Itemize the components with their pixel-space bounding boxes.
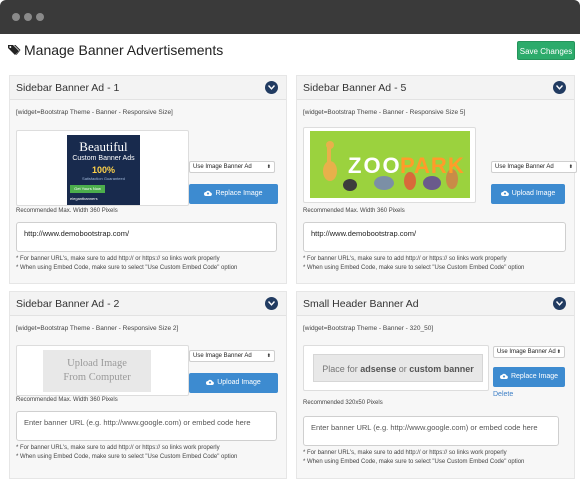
chevron-down-icon[interactable] [553,81,566,94]
card-sidebar-banner-5: Sidebar Banner Ad - 5 [widget=Bootstrap … [296,75,577,284]
ad-type-select[interactable]: Use Image Banner Ad ⬍ [189,350,275,362]
cloud-upload-icon [499,373,508,380]
select-arrow-icon: ⬍ [266,164,271,170]
window-dot-close[interactable] [12,13,20,21]
delete-link[interactable]: Delete [493,391,513,398]
banner-text: Beautiful [79,139,128,154]
page-header: Manage Banner Advertisements Save Change… [0,34,580,68]
window-dot-maximize[interactable] [36,13,44,21]
banner-cta: Get Yours Now [70,185,105,193]
button-label: Replace Image [215,190,263,197]
replace-image-button[interactable]: Replace Image [189,184,278,204]
banner-text: Custom Banner Ads [72,155,135,162]
card-sidebar-banner-2: Sidebar Banner Ad - 2 [widget=Bootstrap … [9,291,287,479]
button-label: Upload Image [217,379,261,386]
cloud-upload-icon [204,190,213,197]
banner-text: Satisfaction Guaranteed [82,176,125,181]
select-arrow-icon: ⬍ [556,349,561,355]
card-header: Sidebar Banner Ad - 1 [10,76,286,100]
banner-url-input[interactable]: Enter banner URL (e.g. http://www.google… [303,416,559,446]
banner-preview: Beautiful Custom Banner Ads 100% Satisfa… [16,130,189,206]
chevron-down-icon[interactable] [265,297,278,310]
banner-text-zoo: ZOO [348,153,402,178]
help-note-url: * For banner URL's, make sure to add htt… [16,256,220,262]
card-title: Sidebar Banner Ad - 2 [16,298,120,310]
help-note-embed: * When using Embed Code, make sure to se… [303,265,525,271]
ad-type-select-value: Use Image Banner Ad [497,349,556,355]
banner-preview: Place for adsense or custom banner [303,345,489,391]
save-changes-button[interactable]: Save Changes [517,41,575,60]
card-title: Sidebar Banner Ad - 5 [303,82,407,94]
banner-text: 100% [91,165,116,175]
banner-image[interactable]: ZOO PARK [310,131,470,198]
upload-image-button[interactable]: Upload Image [491,184,565,204]
banner-url-input[interactable]: http://www.demobootstrap.com/ [16,222,277,252]
widget-shortcode: [widget=Bootstrap Theme - Banner - Respo… [16,325,179,332]
recommended-size: Recommended 320x50 Pixels [303,400,383,406]
ad-type-select-value: Use Image Banner Ad [193,164,252,170]
help-note-embed: * When using Embed Code, make sure to se… [16,265,238,271]
upload-placeholder[interactable]: Upload Image From Computer [43,350,151,392]
ad-type-select[interactable]: Use Image Banner Ad ⬍ [493,346,565,358]
widget-shortcode: [widget=Bootstrap Theme - Banner - Respo… [303,109,466,116]
ad-type-select-value: Use Image Banner Ad [193,353,252,359]
banner-preview: ZOO PARK [303,127,476,203]
card-title: Sidebar Banner Ad - 1 [16,82,120,94]
placeholder-text: custom banner [409,364,474,374]
ad-type-select-value: Use Image Banner Ad [495,164,554,170]
placeholder-text: adsense [360,364,397,374]
placeholder-text: or [396,364,410,374]
cloud-upload-icon [206,379,215,386]
upload-placeholder-text: Upload Image [67,358,127,369]
banner-url-input[interactable]: Enter banner URL (e.g. http://www.google… [16,411,277,441]
widget-shortcode: [widget=Bootstrap Theme - Banner - 320_5… [303,325,434,332]
recommended-size: Recommended Max. Width 360 Pixels [303,208,405,214]
widget-shortcode: [widget=Bootstrap Theme - Banner - Respo… [16,109,173,116]
card-header: Sidebar Banner Ad - 2 [10,292,286,316]
upload-image-button[interactable]: Upload Image [189,373,278,393]
banner-url-input[interactable]: http://www.demobootstrap.com/ [303,222,566,252]
banner-text-park: PARK [400,153,465,178]
recommended-size: Recommended Max. Width 360 Pixels [16,208,118,214]
upload-placeholder-text: From Computer [63,372,131,383]
ad-type-select[interactable]: Use Image Banner Ad ⬍ [491,161,577,173]
help-note-embed: * When using Embed Code, make sure to se… [16,454,238,460]
card-title: Small Header Banner Ad [303,298,419,310]
help-note-url: * For banner URL's, make sure to add htt… [303,256,507,262]
help-note-embed: * When using Embed Code, make sure to se… [303,459,525,465]
cloud-upload-icon [500,190,509,197]
tags-icon [8,45,21,55]
banner-image[interactable]: Beautiful Custom Banner Ads 100% Satisfa… [67,135,140,205]
button-label: Replace Image [510,373,559,380]
window-titlebar [0,0,580,34]
card-small-header-banner: Small Header Banner Ad [widget=Bootstrap… [296,291,575,479]
ad-type-select[interactable]: Use Image Banner Ad ⬍ [189,161,275,173]
select-arrow-icon: ⬍ [266,353,271,359]
banner-brand: elegantbanners [70,196,98,201]
chevron-down-icon[interactable] [265,81,278,94]
banner-placeholder[interactable]: Place for adsense or custom banner [313,354,483,382]
replace-image-button[interactable]: Replace Image [493,367,565,387]
chevron-down-icon[interactable] [553,297,566,310]
banner-preview: Upload Image From Computer [16,345,189,396]
page-title: Manage Banner Advertisements [24,42,224,58]
window-dot-minimize[interactable] [24,13,32,21]
placeholder-text: Place for [322,364,361,374]
card-header: Sidebar Banner Ad - 5 [297,76,574,100]
button-label: Upload Image [511,190,556,197]
help-note-url: * For banner URL's, make sure to add htt… [16,445,220,451]
card-header: Small Header Banner Ad [297,292,574,316]
recommended-size: Recommended Max. Width 360 Pixels [16,397,118,403]
help-note-url: * For banner URL's, make sure to add htt… [303,450,507,456]
select-arrow-icon: ⬍ [568,164,573,170]
card-sidebar-banner-1: Sidebar Banner Ad - 1 [widget=Bootstrap … [9,75,287,284]
